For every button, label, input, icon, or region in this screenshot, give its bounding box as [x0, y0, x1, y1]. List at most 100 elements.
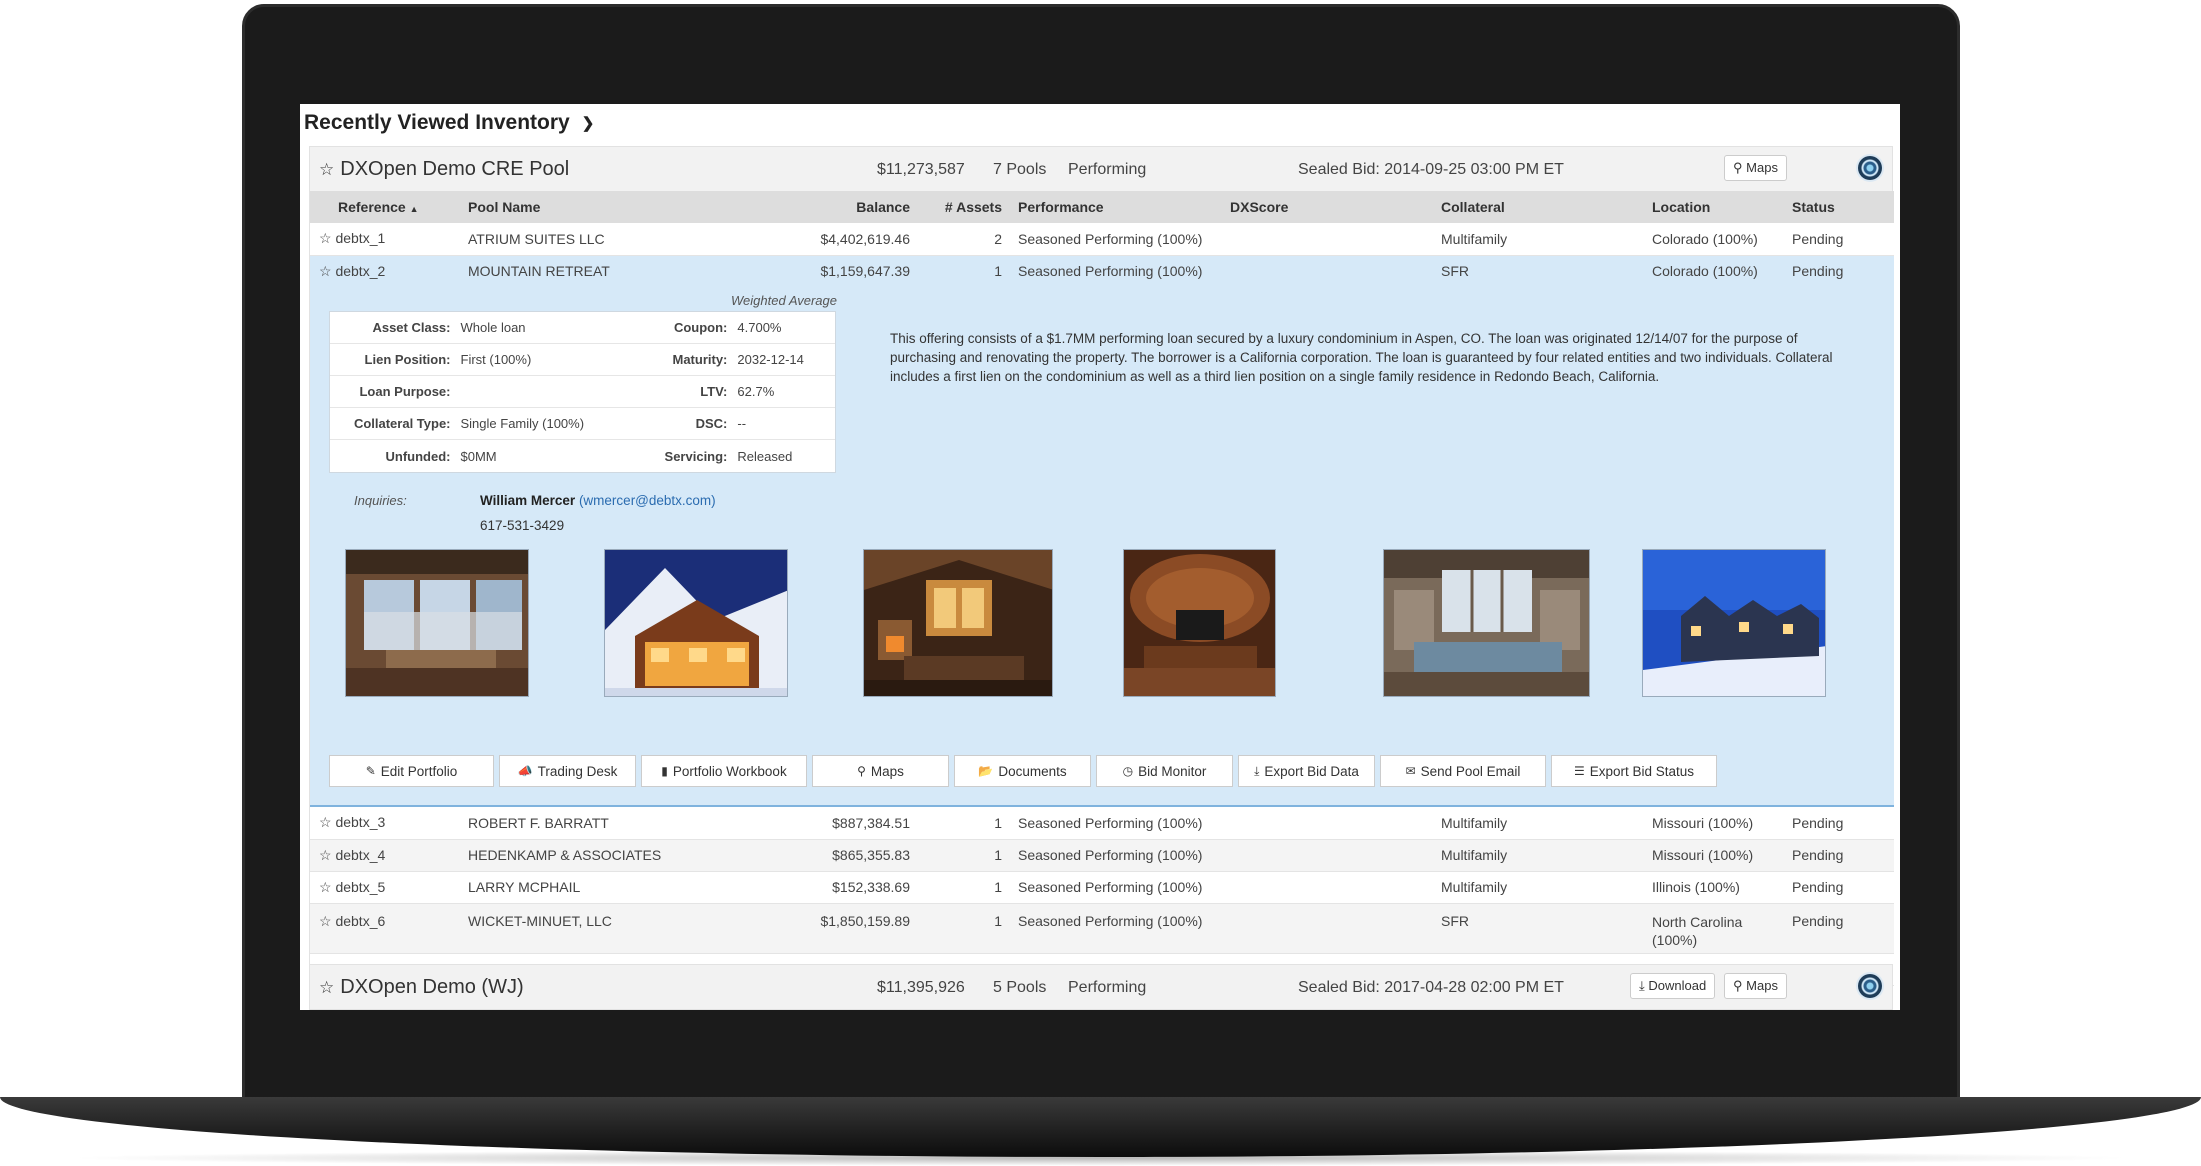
star-icon[interactable]: ☆	[319, 814, 332, 830]
col-balance[interactable]: Balance	[780, 191, 918, 223]
maps-action-button[interactable]: ⚲ Maps	[812, 755, 949, 787]
row-location: Missouri (100%)	[1644, 807, 1784, 840]
trading-desk-button[interactable]: 📣 Trading Desk	[499, 755, 636, 787]
table-row[interactable]: ☆ debtx_6 WICKET-MINUET, LLC $1,850,159.…	[310, 903, 1894, 954]
pool-performance: Performing	[1068, 979, 1147, 996]
portfolio-workbook-label: Portfolio Workbook	[672, 763, 787, 779]
row-reference: debtx_1	[335, 230, 386, 247]
row-assets: 1	[918, 839, 1010, 872]
contact-email-link[interactable]: (wmercer@debtx.com)	[579, 493, 716, 508]
attribute-value: Whole loan	[460, 320, 526, 335]
star-icon[interactable]: ☆	[319, 913, 332, 929]
table-row[interactable]: ☆ debtx_1 ATRIUM SUITES LLC $4,402,619.4…	[310, 223, 1894, 256]
star-icon[interactable]: ☆	[319, 160, 334, 179]
download-button[interactable]: ⤓ Download	[1630, 973, 1716, 999]
col-dxscore[interactable]: DXScore	[1222, 191, 1433, 223]
portfolio-workbook-button[interactable]: ▮ Portfolio Workbook	[641, 755, 807, 787]
property-photo-2[interactable]	[604, 549, 788, 697]
envelope-icon: ✉	[1405, 764, 1416, 778]
row-performance: Seasoned Performing (100%)	[1010, 807, 1222, 840]
contact-name: William Mercer (wmercer@debtx.com)	[480, 493, 716, 508]
col-assets[interactable]: # Assets	[918, 191, 1010, 223]
attribute-value: --	[737, 416, 747, 431]
edit-portfolio-button[interactable]: ✎ Edit Portfolio	[329, 755, 494, 787]
row-dxscore	[1222, 223, 1433, 256]
col-collateral[interactable]: Collateral	[1433, 191, 1644, 223]
row-reference: debtx_3	[335, 814, 386, 831]
edit-icon: ✎	[365, 764, 376, 778]
contact-phone: 617-531-3429	[480, 518, 565, 533]
action-toolbar: ✎ Edit Portfolio 📣 Trading Desk ▮ Portfolio…	[329, 755, 1717, 787]
book-icon: ▮	[661, 764, 668, 778]
export-bid-status-button[interactable]: ☰ Export Bid Status	[1551, 755, 1717, 787]
attribute-row: Unfunded: $0MM Servicing: Released	[330, 440, 835, 472]
bid-monitor-button[interactable]: ◷ Bid Monitor	[1096, 755, 1233, 787]
table-row[interactable]: ☆ debtx_4 HEDENKAMP & ASSOCIATES $865,35…	[310, 839, 1894, 872]
pool-name[interactable]: ☆ DXOpen Demo (WJ)	[319, 976, 524, 999]
row-performance: Seasoned Performing (100%)	[1010, 839, 1222, 872]
star-icon[interactable]: ☆	[319, 978, 334, 997]
attribute-value: Single Family (100%)	[460, 416, 585, 431]
download-button-label: Download	[1648, 978, 1707, 993]
table-row-selected[interactable]: ☆ debtx_2 MOUNTAIN RETREAT $1,159,647.39…	[310, 255, 1894, 287]
attribute-label: Unfunded:	[385, 448, 451, 464]
documents-button[interactable]: 📂 Documents	[954, 755, 1091, 787]
row-collateral: SFR	[1433, 255, 1644, 287]
sealed-bid-date: Sealed Bid: 2014-09-25 03:00 PM ET	[1298, 161, 1564, 178]
row-dxscore	[1222, 839, 1433, 872]
maps-button[interactable]: ⚲ Maps	[1724, 155, 1787, 181]
globe-icon[interactable]	[1858, 974, 1882, 998]
col-location[interactable]: Location	[1644, 191, 1784, 223]
chevron-down-icon[interactable]: ❯	[582, 114, 595, 132]
star-icon[interactable]: ☆	[319, 847, 332, 863]
row-balance: $887,384.51	[780, 807, 918, 840]
table-row[interactable]: ☆ debtx_3 ROBERT F. BARRATT $887,384.51 …	[310, 807, 1894, 840]
loan-table: Reference ▲ Pool Name Balance # Assets P…	[310, 191, 1894, 986]
col-performance[interactable]: Performance	[1010, 191, 1222, 223]
row-collateral: Multifamily	[1433, 807, 1644, 840]
star-icon[interactable]: ☆	[319, 263, 332, 279]
maps-button[interactable]: ⚲ Maps	[1724, 973, 1787, 999]
col-reference[interactable]: Reference ▲	[310, 191, 460, 223]
attribute-label: Loan Purpose:	[359, 384, 451, 399]
row-dxscore	[1222, 807, 1433, 840]
row-collateral: Multifamily	[1433, 839, 1644, 872]
row-assets: 1	[918, 903, 1010, 954]
row-reference: debtx_6	[335, 912, 386, 929]
pool-balance: $11,395,926	[877, 979, 965, 996]
table-row[interactable]: ☆ debtx_5 LARRY MCPHAIL $152,338.69 1 Se…	[310, 871, 1894, 904]
property-photo-1[interactable]	[345, 549, 529, 697]
export-bid-data-button[interactable]: ⤓ Export Bid Data	[1238, 755, 1375, 787]
app-screen: Recently Viewed Inventory ❯ ☆ DXOpen Demo…	[300, 104, 1900, 1010]
laptop-base	[0, 1097, 2201, 1157]
globe-icon[interactable]	[1858, 156, 1882, 180]
property-photo-5[interactable]	[1383, 549, 1590, 697]
row-balance: $1,850,159.89	[780, 903, 918, 954]
pool-name[interactable]: ☆ DXOpen Demo CRE Pool	[319, 158, 569, 181]
attribute-label: LTV:	[700, 384, 728, 399]
attribute-value: First (100%)	[460, 352, 532, 367]
col-pool-name[interactable]: Pool Name	[460, 191, 780, 223]
list-icon: ☰	[1573, 764, 1585, 778]
col-status[interactable]: Status	[1784, 191, 1894, 223]
send-pool-email-button[interactable]: ✉ Send Pool Email	[1380, 755, 1546, 787]
attribute-value: 62.7%	[737, 384, 775, 399]
row-reference: debtx_5	[335, 878, 386, 895]
property-photo-3[interactable]	[863, 549, 1053, 697]
star-icon[interactable]: ☆	[319, 230, 332, 246]
loan-detail-panel: Weighted Average Asset Class: Whole loan …	[310, 287, 1894, 807]
star-icon[interactable]: ☆	[319, 879, 332, 895]
property-photo-4[interactable]	[1123, 549, 1276, 697]
edit-portfolio-label: Edit Portfolio	[380, 763, 458, 779]
property-photo-6[interactable]	[1642, 549, 1826, 697]
row-collateral: SFR	[1433, 903, 1644, 954]
row-performance: Seasoned Performing (100%)	[1010, 903, 1222, 954]
attribute-row: Collateral Type: Single Family (100%) DSC…	[330, 408, 835, 440]
row-reference: debtx_4	[335, 846, 386, 863]
attribute-label: Asset Class:	[372, 320, 451, 335]
row-status: Pending	[1784, 903, 1894, 954]
row-balance: $865,355.83	[780, 839, 918, 872]
row-location: Missouri (100%)	[1644, 839, 1784, 872]
pool-performance: Performing	[1068, 161, 1147, 178]
row-location: Colorado (100%)	[1644, 223, 1784, 256]
